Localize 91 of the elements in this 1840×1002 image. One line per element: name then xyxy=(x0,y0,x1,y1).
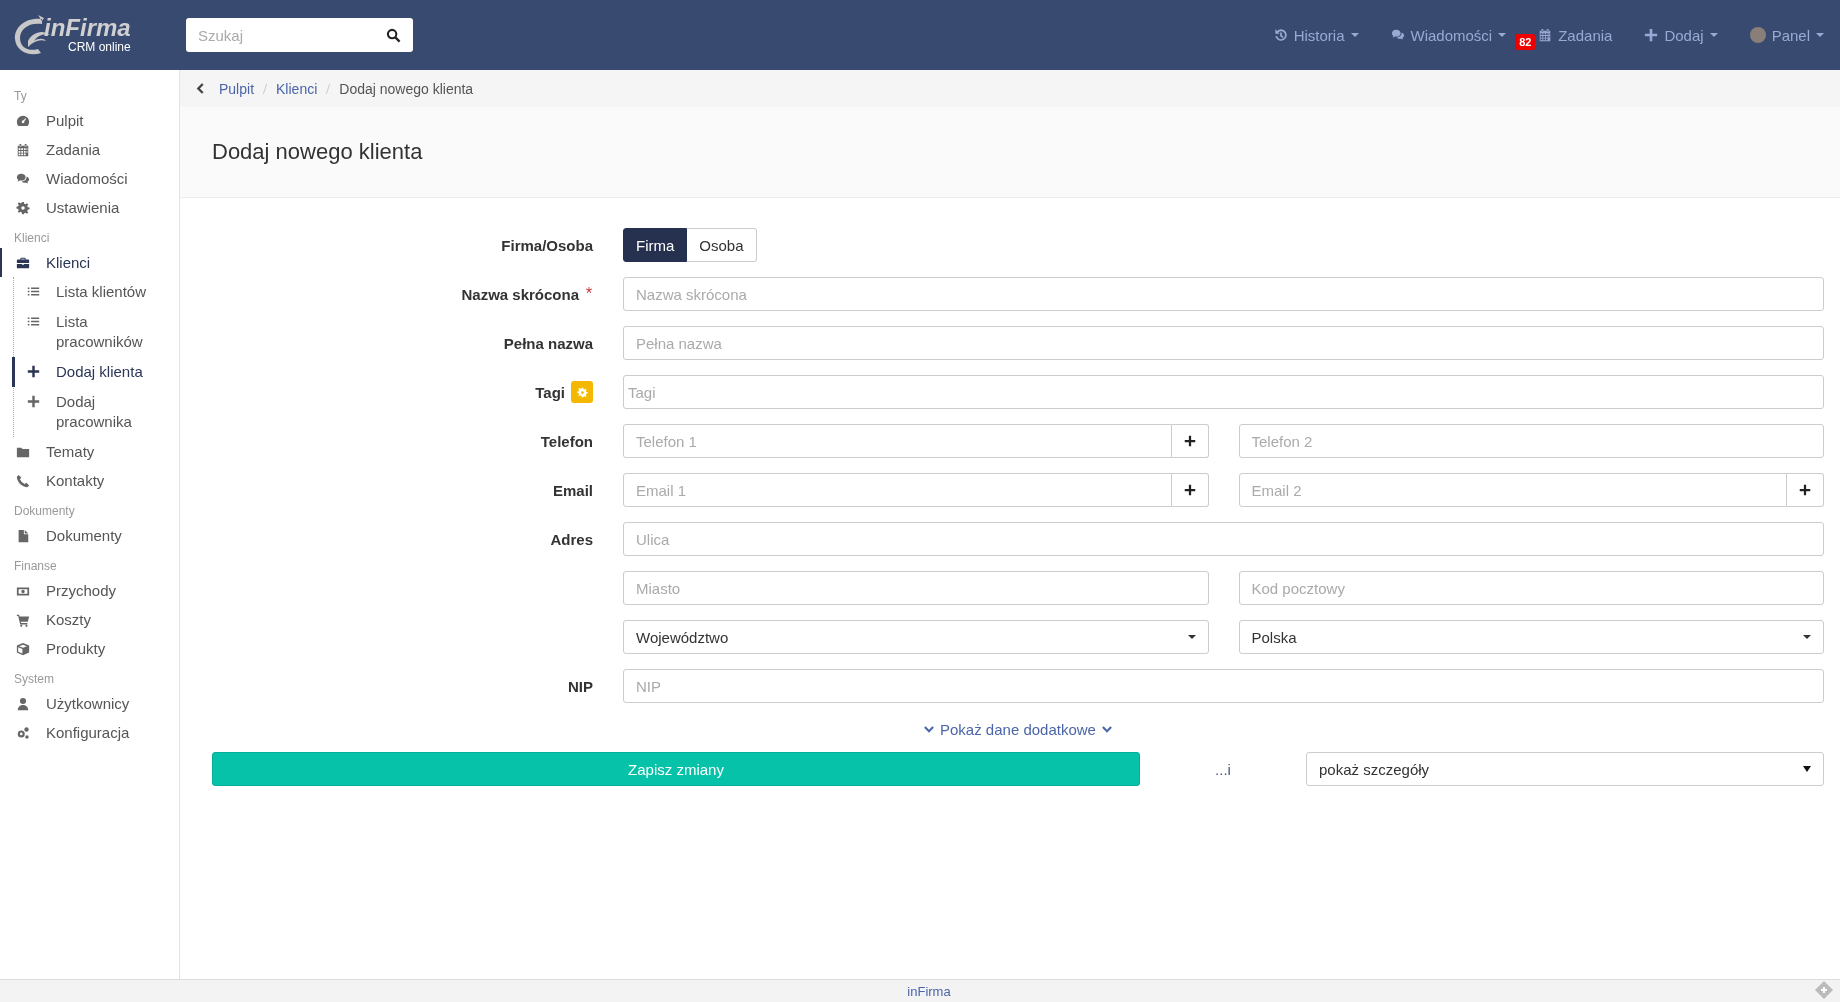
add-button[interactable] xyxy=(1171,473,1209,507)
sidebar-item[interactable]: Produkty xyxy=(0,634,179,663)
breadcrumb-current: Dodaj nowego klienta xyxy=(339,80,474,97)
select-dropdown[interactable]: Polska xyxy=(1238,620,1824,654)
segment-button[interactable]: Firma xyxy=(623,228,688,262)
segment-button[interactable]: Osoba xyxy=(687,228,757,262)
search-icon xyxy=(386,28,401,43)
chat-icon xyxy=(16,171,30,186)
sidebar-item[interactable]: Wiadomości xyxy=(0,164,179,193)
sidebar-item[interactable]: Kontakty xyxy=(0,466,179,495)
text-field[interactable]: Email 1 xyxy=(623,473,1172,507)
breadcrumb-link[interactable]: Klienci xyxy=(276,80,318,97)
sidebar-subitem[interactable]: Lista klientów xyxy=(12,277,179,307)
sidebar-section-heading: Ty xyxy=(13,88,28,105)
text-field[interactable]: Nazwa skrócona xyxy=(623,277,1824,311)
caret-icon xyxy=(1803,633,1811,641)
text-field[interactable]: Pełna nazwa xyxy=(623,326,1824,360)
page-title: Dodaj nowego klienta xyxy=(212,139,423,165)
sidebar-item[interactable]: Pulpit xyxy=(0,106,179,135)
briefcase-icon xyxy=(16,255,30,270)
plus-icon xyxy=(27,395,40,408)
gears-icon xyxy=(16,725,30,740)
field-label: Nazwa skrócona xyxy=(461,285,579,303)
text-field[interactable]: Kod pocztowy xyxy=(1238,571,1824,605)
sidebar-item[interactable]: Dokumenty xyxy=(0,521,179,550)
text-field[interactable]: Telefon 1 xyxy=(623,424,1172,458)
connector-text: ...i xyxy=(1215,760,1231,778)
sidebar-item[interactable]: Zadania xyxy=(0,135,179,164)
gauge-icon xyxy=(16,113,30,128)
sidebar-item[interactable]: Konfiguracja xyxy=(0,718,179,747)
plus-icon xyxy=(1183,484,1196,496)
nav-menu-item[interactable]: Wiadomości xyxy=(1390,26,1507,44)
settings-icon xyxy=(16,200,30,215)
logo-text: inFirma xyxy=(44,16,131,40)
sidebar-item[interactable]: Tematy xyxy=(0,437,179,466)
sidebar-section-heading: Finanse xyxy=(13,558,58,575)
sidebar-subitem[interactable]: Lista pracowników xyxy=(12,307,179,357)
calendar-icon xyxy=(1538,28,1553,42)
field-label: NIP xyxy=(568,677,593,695)
plus-icon xyxy=(27,365,40,378)
sidebar-item[interactable]: Ustawienia xyxy=(0,193,179,222)
sidebar-subitem[interactable]: Dodaj pracownika xyxy=(12,387,179,437)
phone-icon xyxy=(16,473,30,488)
plus-icon xyxy=(1799,484,1811,496)
sidebar-item[interactable]: Przychody xyxy=(0,576,179,605)
text-field[interactable]: NIP xyxy=(623,669,1824,703)
field-label: Telefon xyxy=(540,432,593,450)
field-label: Pełna nazwa xyxy=(503,334,593,352)
add-button[interactable] xyxy=(1787,473,1824,507)
text-field[interactable]: Email 2 xyxy=(1238,473,1787,507)
sidebar-section-heading: Klienci xyxy=(13,230,51,247)
field-label: Email xyxy=(552,481,593,499)
plus-icon xyxy=(1644,28,1659,42)
history-icon xyxy=(1273,28,1288,42)
field-label: Firma/Osoba xyxy=(501,236,593,254)
list-icon xyxy=(27,285,40,298)
user-icon xyxy=(16,696,30,711)
cart-icon xyxy=(16,612,30,627)
field-label: Adres xyxy=(550,530,593,548)
text-field[interactable]: Miasto xyxy=(623,571,1209,605)
sidebar-section-heading: Dokumenty xyxy=(13,503,76,520)
add-button[interactable] xyxy=(1171,424,1209,458)
logo-subtitle: CRM online xyxy=(68,40,131,54)
count-badge: 82 xyxy=(1515,34,1536,50)
after-save-select[interactable]: pokaż szczegóły xyxy=(1306,752,1824,786)
text-field[interactable]: Ulica xyxy=(623,522,1824,556)
avatar-icon xyxy=(1749,27,1766,43)
caret-icon xyxy=(1187,633,1196,641)
calendar-icon xyxy=(16,142,30,157)
sidebar-item[interactable]: Użytkownicy xyxy=(0,689,179,718)
nav-menu-item[interactable]: Historia xyxy=(1273,26,1359,44)
show-more-link[interactable]: Pokaż dane dodatkowe xyxy=(923,721,1113,738)
file-icon xyxy=(16,528,30,543)
nav-menu-item[interactable]: Dodaj xyxy=(1644,26,1718,44)
footer-link[interactable]: inFirma xyxy=(907,983,951,1001)
nav-menu-item[interactable]: Zadania xyxy=(1538,26,1613,44)
select-dropdown[interactable]: Województwo xyxy=(623,620,1209,654)
text-field[interactable]: Telefon 2 xyxy=(1238,424,1824,458)
caret-icon xyxy=(1803,765,1811,773)
search-field[interactable]: Szukaj xyxy=(186,18,413,52)
sidebar-section-heading: System xyxy=(13,671,55,688)
plus-icon xyxy=(1183,435,1196,447)
list-icon xyxy=(27,315,40,328)
nav-menu-item[interactable]: Panel xyxy=(1749,26,1824,44)
settings-icon xyxy=(576,386,588,398)
cube-icon xyxy=(16,641,30,656)
sidebar-item[interactable]: Koszty xyxy=(0,605,179,634)
text-field[interactable]: Tagi xyxy=(623,375,1824,409)
chat-icon xyxy=(1390,28,1405,42)
field-label: Tagi xyxy=(535,383,565,401)
breadcrumb-link[interactable]: Pulpit xyxy=(219,80,255,97)
